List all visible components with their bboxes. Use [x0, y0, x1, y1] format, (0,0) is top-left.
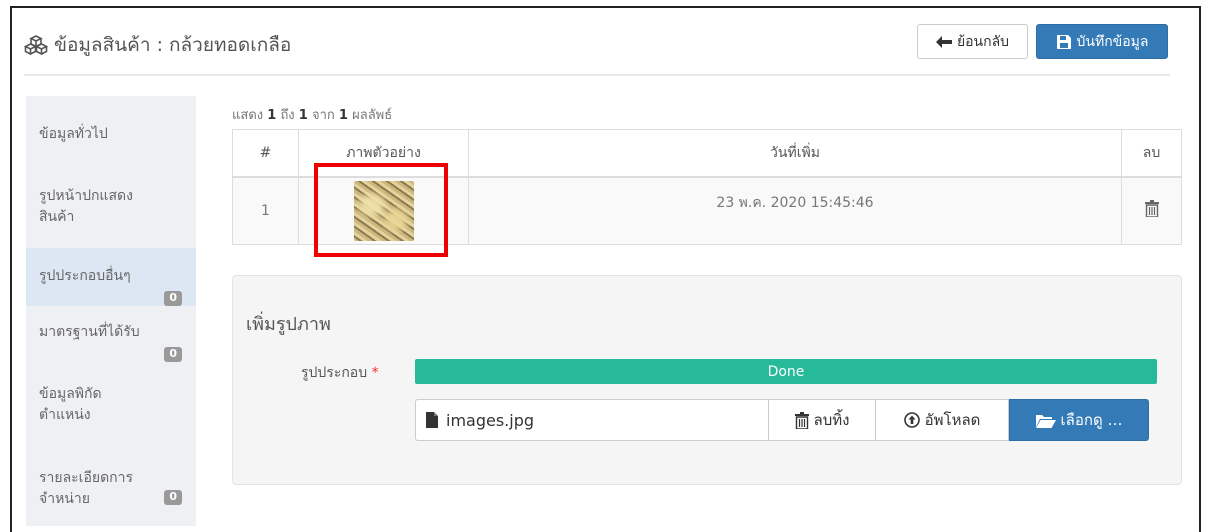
sidebar-item-standards[interactable]: มาตรฐานที่ได้รับ 0: [26, 322, 196, 368]
row-index: 1: [232, 176, 299, 245]
file-name-field[interactable]: images.jpg: [415, 399, 769, 441]
browse-button[interactable]: เลือกดู …: [1009, 399, 1149, 441]
results-of-word: จาก: [311, 108, 335, 123]
row-preview-cell: [298, 176, 469, 245]
file-name: images.jpg: [446, 410, 535, 430]
save-icon: [1056, 34, 1071, 49]
clear-file-button[interactable]: ลบทิ้ง: [768, 399, 876, 441]
results-prefix: แสดง: [232, 108, 264, 123]
save-button[interactable]: บันทึกข้อมูล: [1036, 24, 1168, 59]
trash-icon[interactable]: [1144, 200, 1159, 218]
required-mark: *: [371, 365, 379, 381]
sidebar-item-label: รูปหน้าปกแสดง: [39, 188, 133, 204]
count-badge: 0: [164, 291, 182, 306]
results-to-word: ถึง: [280, 108, 295, 123]
sidebar-item-location[interactable]: ข้อมูลพิกัด ตำแหน่ง: [26, 384, 196, 430]
arrow-left-icon: [935, 35, 952, 48]
row-date-added: 23 พ.ค. 2020 15:45:46: [468, 176, 1122, 245]
upload-circle-icon: [903, 412, 920, 428]
file-icon: [426, 412, 438, 428]
save-button-label: บันทึกข้อมูล: [1076, 33, 1149, 50]
results-to: 1: [298, 108, 308, 123]
sidebar-item-label: ตำแหน่ง: [39, 407, 91, 423]
sidebar-item-label: ข้อมูลทั่วไป: [39, 126, 108, 142]
results-total: 1: [338, 108, 348, 123]
sidebar-item-general[interactable]: ข้อมูลทั่วไป: [26, 124, 196, 168]
count-badge: 0: [164, 347, 182, 362]
column-header-date-added: วันที่เพิ่ม: [468, 129, 1122, 178]
sidebar-item-cover-image[interactable]: รูปหน้าปกแสดง สินค้า: [26, 186, 196, 238]
count-badge: 0: [164, 490, 182, 505]
sidebar-item-label: รายละเอียดการ: [39, 470, 134, 486]
sidebar-item-label: สินค้า: [39, 209, 75, 225]
page-title-text: ข้อมูลสินค้า : กล้วยทอดเกลือ: [54, 34, 292, 56]
back-button-label: ย้อนกลับ: [956, 33, 1010, 50]
progress-text: Done: [767, 363, 805, 380]
field-label-text: รูปประกอบ: [301, 365, 368, 381]
sidebar: ข้อมูลทั่วไป รูปหน้าปกแสดง สินค้า รูปประ…: [26, 96, 196, 526]
sidebar-item-label: มาตรฐานที่ได้รับ: [39, 324, 140, 340]
results-count: แสดง 1 ถึง 1 จาก 1 ผลลัพธ์: [232, 104, 392, 125]
page-header: ข้อมูลสินค้า : กล้วยทอดเกลือ ย้อนกลับ บั…: [24, 18, 1170, 76]
trash-icon: [794, 411, 809, 429]
sidebar-item-distribution[interactable]: รายละเอียดการ จำหน่าย 0: [26, 468, 196, 514]
images-table: # ภาพตัวอย่าง วันที่เพิ่ม ลบ 1 23 พ.ค. 2…: [232, 129, 1182, 245]
sidebar-item-label: รูปประกอบอื่นๆ: [39, 268, 131, 284]
add-image-panel: เพิ่มรูปภาพ รูปประกอบ * Done images.jpg …: [232, 275, 1182, 485]
browse-button-label: เลือกดู …: [1060, 411, 1123, 429]
results-from: 1: [267, 108, 277, 123]
image-field-label: รูปประกอบ *: [301, 362, 379, 384]
table-row: 1 23 พ.ค. 2020 15:45:46: [232, 176, 1182, 245]
column-header-delete: ลบ: [1121, 129, 1182, 178]
row-delete-cell: [1121, 176, 1182, 245]
back-button[interactable]: ย้อนกลับ: [917, 24, 1028, 59]
cubes-icon: [24, 35, 48, 55]
sidebar-item-other-images[interactable]: รูปประกอบอื่นๆ 0: [26, 248, 196, 306]
column-header-preview: ภาพตัวอย่าง: [298, 129, 469, 178]
upload-button[interactable]: อัพโหลด: [875, 399, 1009, 441]
sidebar-item-label: ข้อมูลพิกัด: [39, 386, 102, 402]
panel-title: เพิ่มรูปภาพ: [246, 314, 331, 335]
page-title: ข้อมูลสินค้า : กล้วยทอดเกลือ: [24, 30, 291, 60]
clear-button-label: ลบทิ้ง: [813, 411, 850, 429]
column-header-index: #: [232, 129, 299, 178]
upload-button-label: อัพโหลด: [924, 411, 981, 429]
product-thumbnail[interactable]: [353, 180, 414, 241]
results-suffix: ผลลัพธ์: [352, 108, 393, 123]
folder-open-icon: [1035, 414, 1056, 428]
upload-progress-bar: Done: [415, 359, 1157, 384]
